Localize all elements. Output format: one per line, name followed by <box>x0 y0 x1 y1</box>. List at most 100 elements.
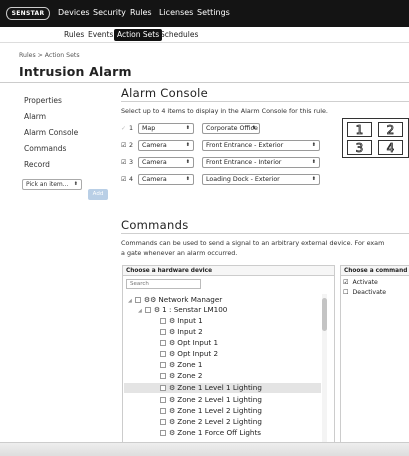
tree-node-zone1-level2-lighting[interactable]: ⚙ Zone 1 Level 2 Lighting <box>160 406 262 416</box>
checkbox-checked-icon[interactable]: ☑ <box>343 279 349 286</box>
section-divider <box>121 101 409 102</box>
slot-item-select[interactable]: Loading Dock - Exterior ⬍ <box>202 174 320 185</box>
tree-node-label: Zone 1 <box>177 360 203 369</box>
tree-node-zone-1[interactable]: ⚙ Zone 1 <box>160 360 202 370</box>
slot-checkbox[interactable]: ✓ <box>121 125 128 132</box>
tree-checkbox[interactable] <box>160 429 166 436</box>
tree-scrollbar[interactable] <box>322 294 327 454</box>
sidebar-item-commands[interactable]: Commands <box>24 144 66 153</box>
nav-security[interactable]: Security <box>93 8 126 17</box>
slot-type-select[interactable]: Camera ⬍ <box>138 140 194 151</box>
tree-node-zone-2[interactable]: ⚙ Zone 2 <box>160 371 202 381</box>
sidebar-item-properties[interactable]: Properties <box>24 96 62 105</box>
tree-node-opt-input-2[interactable]: ⚙ Opt Input 2 <box>160 349 218 359</box>
tree-node-input-1[interactable]: ⚙ Input 1 <box>160 316 203 326</box>
slot-number: 1 <box>129 124 134 132</box>
nav-settings[interactable]: Settings <box>197 8 230 17</box>
collapse-icon[interactable]: ◢ <box>138 306 142 316</box>
tree-checkbox[interactable] <box>160 418 166 425</box>
scrollbar-thumb[interactable] <box>322 298 327 331</box>
page-title: Intrusion Alarm <box>19 64 132 79</box>
alarm-console-description: Select up to 4 items to display in the A… <box>121 107 328 115</box>
gear-icon: ⚙ <box>169 429 176 437</box>
slot-type-value: Map <box>142 125 156 132</box>
grid-cell-3: 3 <box>347 140 372 155</box>
slot-type-select[interactable]: Camera ⬍ <box>138 157 194 168</box>
grid-cell-2: 2 <box>378 122 403 137</box>
slot-number: 3 <box>129 158 134 166</box>
command-option-label: Deactivate <box>352 289 387 296</box>
tree-node-label: Input 2 <box>177 327 203 336</box>
gear-icon: ⚙ <box>169 407 176 415</box>
breadcrumb[interactable]: Rules > Action Sets <box>19 52 80 59</box>
subnav-rules[interactable]: Rules <box>61 29 87 41</box>
tree-checkbox[interactable] <box>160 384 166 391</box>
slot-type-value: Camera <box>142 142 167 149</box>
tree-node-zone2-level1-lighting[interactable]: ⚙ Zone 2 Level 1 Lighting <box>160 395 262 405</box>
command-panel-header: Choose a command <box>341 266 409 276</box>
commands-description-line2: a gate whenever an alarm occurred. <box>121 249 238 257</box>
tree-checkbox[interactable] <box>160 396 166 403</box>
slot-checkbox[interactable]: ☑ <box>121 142 128 149</box>
slot-item-select[interactable]: Front Entrance - Interior ⬍ <box>202 157 320 168</box>
grid-cell-4: 4 <box>378 140 403 155</box>
sidebar-item-record[interactable]: Record <box>24 160 50 169</box>
slot-type-select[interactable]: Map ⬍ <box>138 123 194 134</box>
tree-node-zone1-force-off-lights[interactable]: ⚙ Zone 1 Force Off Lights <box>160 428 261 438</box>
tree-node-network-manager[interactable]: ◢ ⚙⚙ Network Manager <box>128 295 222 305</box>
tree-node-zone1-level1-lighting[interactable]: ⚙ Zone 1 Level 1 Lighting <box>124 383 321 393</box>
tree-node-input-2[interactable]: ⚙ Input 2 <box>160 327 203 337</box>
device-search-input[interactable] <box>126 279 201 289</box>
tree-checkbox[interactable] <box>160 317 166 324</box>
tree-checkbox[interactable] <box>160 372 166 379</box>
tree-node-label: Opt Input 2 <box>177 349 219 358</box>
slot-checkbox[interactable]: ☑ <box>121 176 128 183</box>
tree-node-opt-input-1[interactable]: ⚙ Opt Input 1 <box>160 338 218 348</box>
nav-rules[interactable]: Rules <box>130 8 152 17</box>
tree-node-label: Zone 1 Level 2 Lighting <box>177 406 262 415</box>
top-nav-bar: SENSTAR Devices Security Rules Licenses … <box>0 0 409 27</box>
subnav-action-sets[interactable]: Action Sets <box>114 29 163 41</box>
subnav-events[interactable]: Events <box>85 29 116 41</box>
select-arrows-icon: ⬍ <box>185 142 190 148</box>
senstar-logo: SENSTAR <box>6 7 50 20</box>
collapse-icon[interactable]: ◢ <box>128 296 132 306</box>
gear-icon: ⚙ <box>169 339 176 347</box>
command-option-deactivate[interactable]: ☐ Deactivate <box>343 288 386 297</box>
tree-checkbox[interactable] <box>134 296 141 303</box>
nav-devices[interactable]: Devices <box>58 8 90 17</box>
tree-node-zone2-level2-lighting[interactable]: ⚙ Zone 2 Level 2 Lighting <box>160 417 262 427</box>
subnav-schedules[interactable]: Schedules <box>157 29 201 41</box>
gear-icon: ⚙ <box>169 350 176 358</box>
slot-item-select[interactable]: Front Entrance - Exterior ⬍ <box>202 140 320 151</box>
gear-icon: ⚙ <box>153 306 161 314</box>
tree-node-label: Zone 2 Level 1 Lighting <box>177 395 262 404</box>
tree-node-senstar-lm100[interactable]: ◢ ⚙ 1 : Senstar LM100 <box>138 305 227 315</box>
tree-checkbox[interactable] <box>160 350 166 357</box>
sidebar-item-alarm-console[interactable]: Alarm Console <box>24 128 78 137</box>
slot-item-value: Front Entrance - Interior <box>206 159 282 166</box>
checkbox-icon[interactable]: ☐ <box>343 289 349 296</box>
gear-icon: ⚙ <box>169 317 176 325</box>
command-option-activate[interactable]: ☑ Activate <box>343 278 378 287</box>
tree-node-label: Network Manager <box>158 295 223 304</box>
tree-checkbox[interactable] <box>144 306 151 313</box>
gear-icon: ⚙ <box>169 418 176 426</box>
sidebar-item-alarm[interactable]: Alarm <box>24 112 46 121</box>
tree-checkbox[interactable] <box>160 339 166 346</box>
select-arrows-icon: ⬍ <box>73 181 78 187</box>
slot-type-select[interactable]: Camera ⬍ <box>138 174 194 185</box>
pick-item-value: Pick an item... <box>26 181 69 188</box>
tree-checkbox[interactable] <box>160 361 166 368</box>
slot-type-value: Camera <box>142 159 167 166</box>
slot-number: 4 <box>129 175 134 183</box>
slot-checkbox[interactable]: ☑ <box>121 159 128 166</box>
nav-licenses[interactable]: Licenses <box>159 8 193 17</box>
slot-item-select[interactable]: Corporate Office ⬍ <box>202 123 260 134</box>
add-button[interactable]: Add <box>88 189 108 200</box>
tree-checkbox[interactable] <box>160 407 166 414</box>
pick-item-select[interactable]: Pick an item... ⬍ <box>22 179 82 190</box>
tree-checkbox[interactable] <box>160 328 166 335</box>
select-arrows-icon: ⬍ <box>311 142 316 148</box>
select-arrows-icon: ⬍ <box>185 176 190 182</box>
